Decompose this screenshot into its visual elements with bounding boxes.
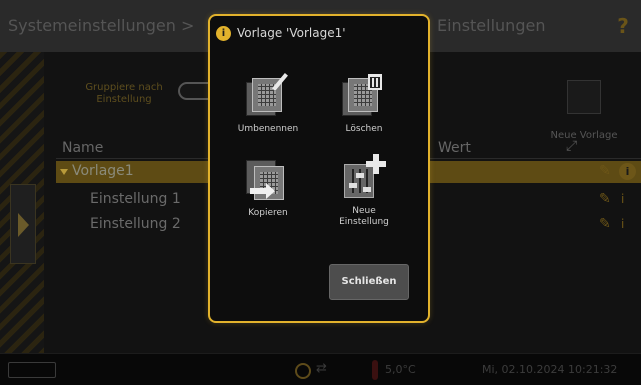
new-template-icon	[567, 80, 601, 114]
sidebar-expand-tab[interactable]	[10, 184, 36, 264]
rename-icon	[246, 73, 290, 118]
row-name: Einstellung 1	[90, 191, 181, 207]
dialog-title: Vorlage 'Vorlage1'	[237, 26, 346, 40]
close-button[interactable]: Schließen	[329, 264, 409, 300]
edit-icon[interactable]: ✎	[599, 191, 611, 207]
dialog-header: i Vorlage 'Vorlage1'	[210, 16, 428, 50]
delete-button[interactable]: Löschen	[316, 74, 412, 135]
edit-icon[interactable]: ✎	[599, 216, 611, 232]
connection-status-icon	[295, 363, 311, 379]
copy-icon	[246, 158, 290, 202]
new-template-button[interactable]: Neue Vorlage	[534, 80, 634, 141]
copy-button[interactable]: Kopieren	[220, 158, 316, 219]
page-title: Einstellungen	[437, 16, 546, 35]
column-header-name: Name	[62, 140, 104, 156]
arrow-right-icon	[250, 183, 275, 199]
sync-icon: ⇄	[316, 361, 327, 376]
temperature-readout: 5,0°C	[385, 363, 416, 376]
new-setting-icon	[342, 154, 386, 200]
plus-icon	[366, 154, 386, 174]
new-setting-button[interactable]: Neue Einstellung	[316, 154, 412, 228]
network-icon	[8, 362, 56, 378]
copy-label: Kopieren	[248, 208, 288, 218]
thermometer-icon	[372, 360, 378, 380]
delete-label: Löschen	[345, 124, 383, 134]
info-icon[interactable]: i	[621, 192, 624, 206]
row-name: Einstellung 2	[90, 216, 181, 232]
chevron-right-icon	[18, 213, 29, 237]
status-bar: ⇄ 5,0°C Mi, 02.10.2024 10:21:32	[0, 353, 641, 385]
info-icon[interactable]: i	[619, 163, 636, 180]
breadcrumb-title: Systemeinstellungen >	[8, 16, 195, 35]
delete-icon	[342, 74, 386, 118]
expand-caret-icon[interactable]	[60, 169, 68, 175]
edit-icon[interactable]: ✎	[599, 163, 611, 179]
info-icon[interactable]: i	[621, 217, 624, 231]
rename-label: Umbenennen	[237, 124, 299, 134]
help-button[interactable]: ?	[605, 0, 641, 52]
sidebar	[0, 52, 44, 353]
template-dialog: i Vorlage 'Vorlage1' Umbenennen Löschen …	[208, 14, 430, 323]
datetime-readout: Mi, 02.10.2024 10:21:32	[482, 363, 618, 376]
trash-icon	[368, 74, 382, 90]
new-setting-label: Neue Einstellung	[339, 206, 389, 227]
expand-icon[interactable]: ⤢	[566, 138, 577, 154]
rename-button[interactable]: Umbenennen	[220, 73, 316, 135]
row-name: Vorlage1	[72, 163, 134, 179]
column-header-value: Wert	[438, 140, 471, 156]
group-by-label: Gruppiere nach Einstellung	[85, 82, 163, 105]
info-icon: i	[216, 26, 231, 41]
